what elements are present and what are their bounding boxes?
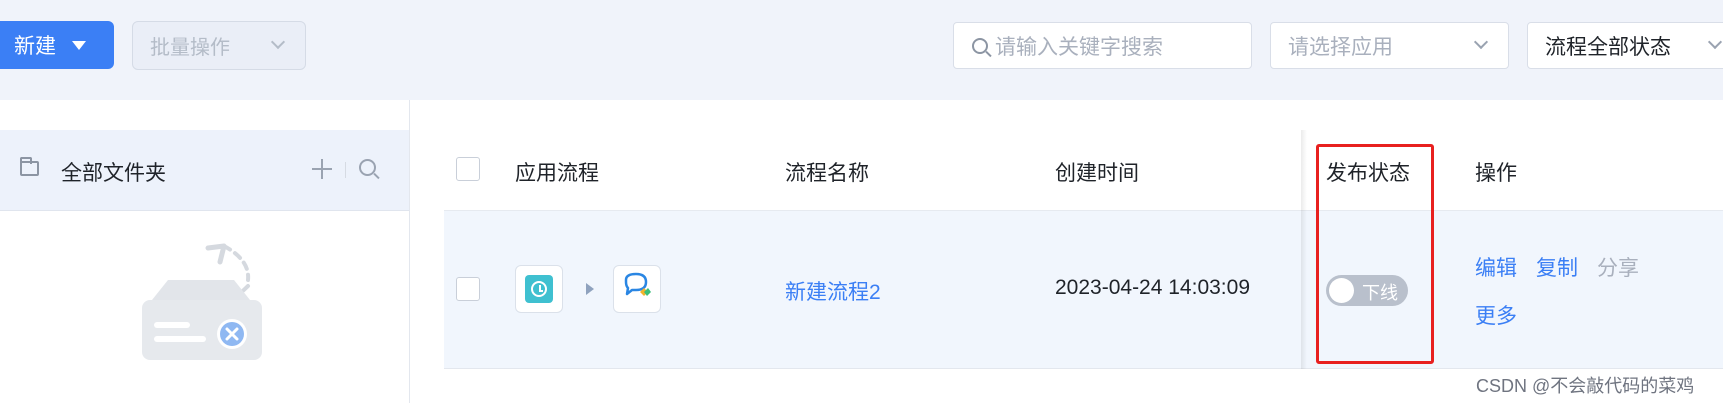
header-flow-name: 流程名称 bbox=[785, 162, 869, 185]
new-button[interactable]: 新建 bbox=[0, 21, 114, 69]
empty-folder-illustration bbox=[142, 243, 262, 360]
row-checkbox[interactable] bbox=[456, 277, 480, 301]
header-created-time: 创建时间 bbox=[1055, 162, 1139, 185]
caret-down-icon bbox=[72, 40, 86, 50]
app-select-placeholder: 请选择应用 bbox=[1288, 35, 1393, 59]
table-row[interactable]: 新建流程2 2023-04-24 14:03:09 下线 编辑 复制 分享 更多 bbox=[444, 211, 1723, 369]
share-link[interactable]: 分享 bbox=[1597, 252, 1639, 282]
add-folder-icon[interactable] bbox=[312, 159, 332, 179]
created-time: 2023-04-24 14:03:09 bbox=[1055, 276, 1250, 299]
chevron-down-icon bbox=[270, 34, 286, 50]
top-toolbar: 新建 批量操作 请输入关键字搜索 请选择应用 流程全部状态 bbox=[0, 0, 1723, 100]
header-actions: 操作 bbox=[1475, 162, 1517, 185]
folder-label: 全部文件夹 bbox=[61, 162, 166, 185]
chevron-down-icon bbox=[1707, 34, 1723, 50]
batch-operations-dropdown[interactable]: 批量操作 bbox=[132, 21, 306, 70]
status-filter-value: 流程全部状态 bbox=[1545, 35, 1671, 59]
select-all-checkbox[interactable] bbox=[456, 157, 480, 181]
table-header: 应用流程 流程名称 创建时间 发布状态 操作 bbox=[444, 130, 1723, 211]
flow-name-link[interactable]: 新建流程2 bbox=[785, 276, 881, 306]
highlight-box bbox=[1316, 144, 1434, 364]
arrow-right-icon bbox=[586, 283, 594, 295]
search-placeholder: 请输入关键字搜索 bbox=[995, 35, 1163, 59]
search-input[interactable]: 请输入关键字搜索 bbox=[953, 22, 1252, 69]
folder-icon bbox=[20, 157, 39, 176]
edit-link[interactable]: 编辑 bbox=[1475, 252, 1517, 282]
folder-sidebar: 全部文件夹 bbox=[0, 100, 410, 403]
folder-item-all[interactable]: 全部文件夹 bbox=[0, 130, 409, 211]
divider bbox=[345, 162, 346, 178]
fixed-column-shadow bbox=[1301, 130, 1307, 369]
status-filter-select[interactable]: 流程全部状态 bbox=[1527, 22, 1723, 69]
chevron-down-icon bbox=[1473, 34, 1489, 50]
watermark: CSDN @不会敲代码的菜鸡 bbox=[1476, 376, 1695, 396]
chat-icon bbox=[613, 265, 661, 313]
batch-operations-label: 批量操作 bbox=[150, 37, 230, 59]
new-button-label: 新建 bbox=[14, 35, 56, 58]
header-app-flow: 应用流程 bbox=[515, 162, 599, 185]
more-link[interactable]: 更多 bbox=[1475, 300, 1517, 330]
app-select[interactable]: 请选择应用 bbox=[1270, 22, 1509, 69]
search-icon bbox=[972, 37, 988, 54]
copy-link[interactable]: 复制 bbox=[1536, 252, 1578, 282]
folder-search-icon[interactable] bbox=[359, 159, 376, 176]
clock-icon bbox=[515, 265, 563, 313]
flow-table: 应用流程 流程名称 创建时间 发布状态 操作 新建流程2 2023-04-24 … bbox=[444, 130, 1723, 370]
